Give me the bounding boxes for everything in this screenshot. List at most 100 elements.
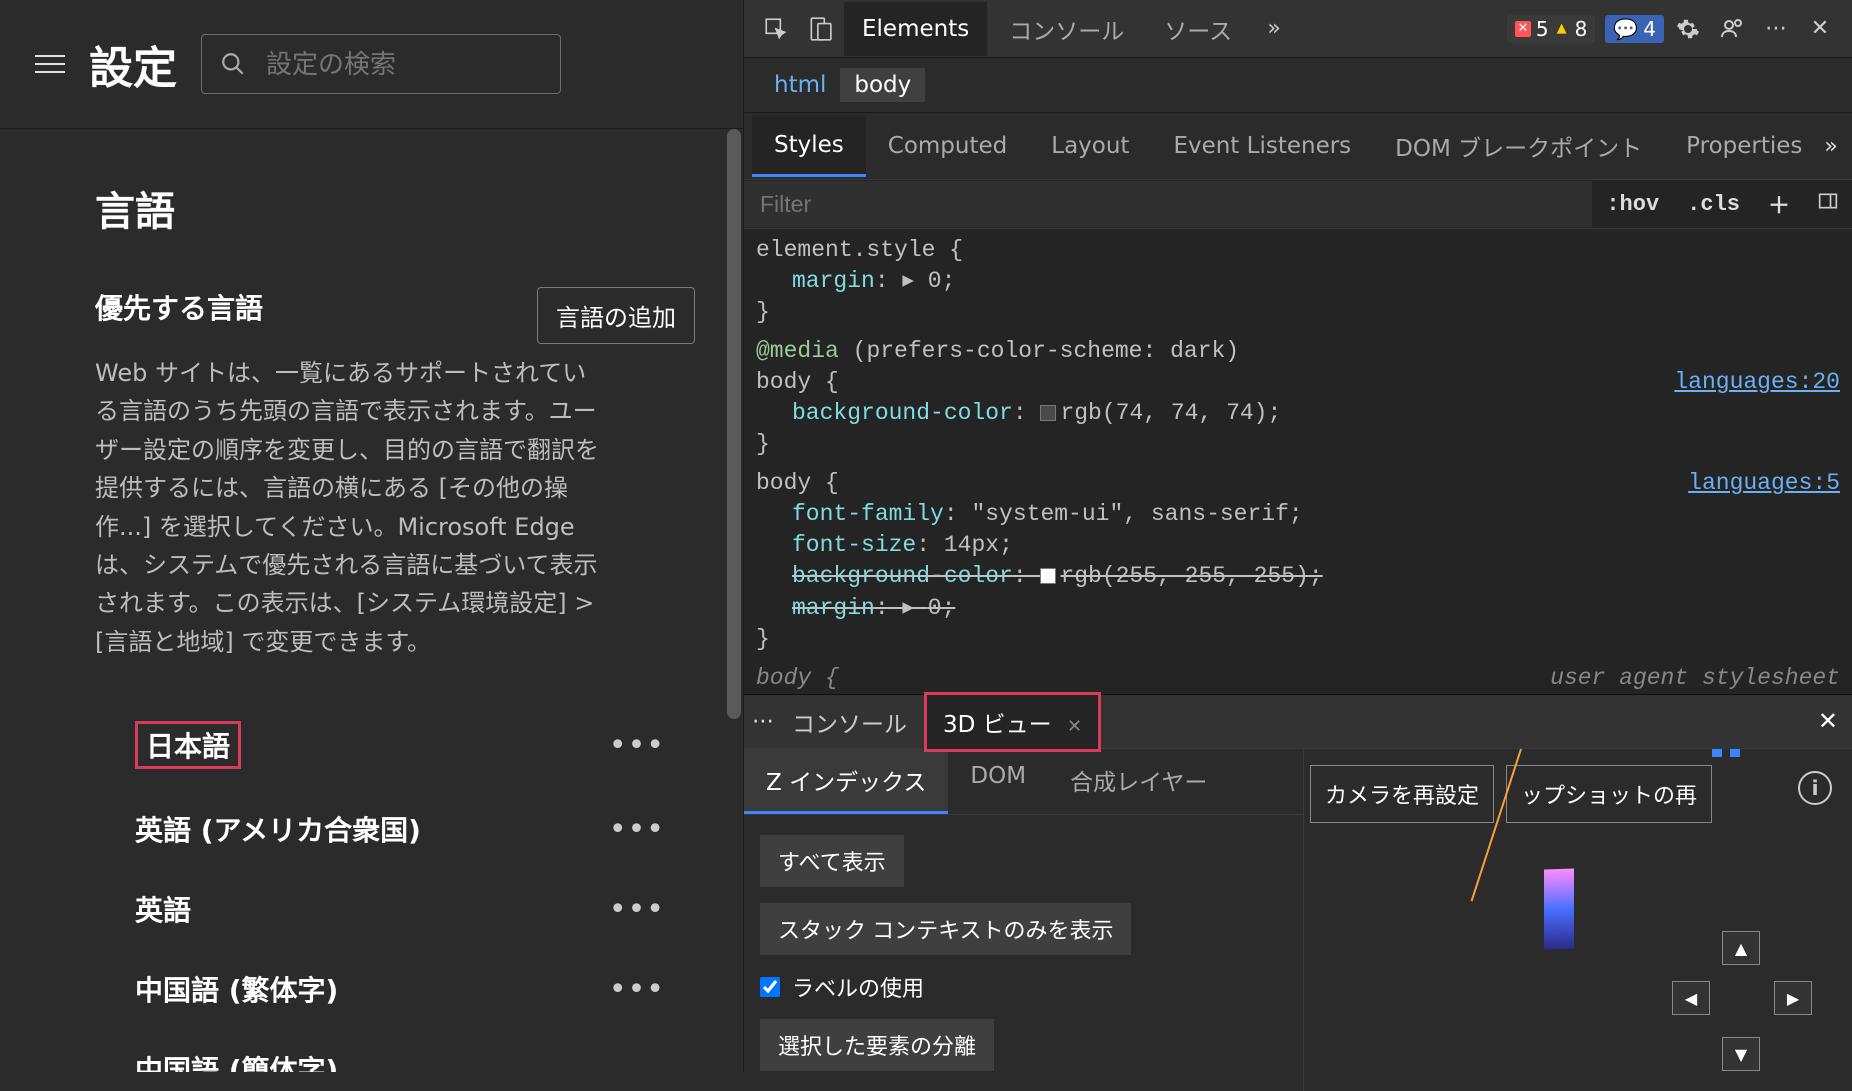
more-options-icon[interactable]: ⋯ xyxy=(1756,9,1796,49)
dom-breadcrumb: html body xyxy=(744,58,1852,113)
use-label-checkbox-row[interactable]: ラベルの使用 xyxy=(760,971,1287,1003)
preferred-languages-row: 優先する言語 言語の追加 xyxy=(95,287,695,344)
pan-down-button[interactable]: ▼ xyxy=(1722,1037,1760,1071)
scrollbar[interactable] xyxy=(727,129,741,719)
source-link[interactable]: languages:20 xyxy=(1674,367,1840,398)
tab-sources[interactable]: ソース xyxy=(1146,0,1250,60)
css-close: } xyxy=(756,429,1840,460)
pan-left-button[interactable]: ◀ xyxy=(1672,981,1710,1015)
css-val[interactable]: 14px xyxy=(944,532,999,558)
isolate-element-button[interactable]: 選択した要素の分離 xyxy=(760,1019,994,1071)
search-input[interactable] xyxy=(266,49,542,80)
menu-icon[interactable] xyxy=(35,49,65,79)
retake-snapshot-button[interactable]: ップショットの再 xyxy=(1506,765,1712,823)
tab-properties[interactable]: Properties xyxy=(1664,117,1824,175)
zindex-strip xyxy=(1304,749,1852,757)
language-item-english[interactable]: 英語 ••• xyxy=(95,869,695,949)
color-swatch-icon[interactable] xyxy=(1040,568,1056,584)
source-link[interactable]: languages:5 xyxy=(1688,468,1840,499)
show-all-button[interactable]: すべて表示 xyxy=(760,835,904,887)
css-selector: body { xyxy=(756,470,839,496)
tab-layout[interactable]: Layout xyxy=(1029,117,1151,175)
more-actions-icon[interactable]: ••• xyxy=(599,728,675,763)
more-tabs-icon[interactable]: » xyxy=(1254,9,1294,49)
css-prop[interactable]: margin xyxy=(792,595,875,621)
reset-camera-button[interactable]: カメラを再設定 xyxy=(1310,765,1494,823)
device-toggle-icon[interactable] xyxy=(800,9,840,49)
language-item-chinese-traditional[interactable]: 中国語 (繁体字) ••• xyxy=(95,949,695,1029)
cls-toggle[interactable]: .cls xyxy=(1673,184,1754,225)
css-prop[interactable]: font-family xyxy=(792,501,944,527)
tab-event-listeners[interactable]: Event Listeners xyxy=(1151,117,1373,175)
tab-elements[interactable]: Elements xyxy=(844,2,987,56)
feedback-icon[interactable] xyxy=(1712,9,1752,49)
error-icon: ✕ xyxy=(1515,21,1531,37)
error-count: 5 xyxy=(1536,17,1549,41)
stack-context-only-button[interactable]: スタック コンテキストのみを表示 xyxy=(760,903,1131,955)
search-box[interactable] xyxy=(201,34,561,94)
preferred-languages-heading: 優先する言語 xyxy=(95,287,263,327)
language-item-english-us[interactable]: 英語 (アメリカ合衆国) ••• xyxy=(95,789,695,869)
tab-styles[interactable]: Styles xyxy=(752,116,866,177)
more-actions-icon[interactable]: ••• xyxy=(599,972,675,1007)
drawer-tab-3dview[interactable]: 3D ビュー ✕ xyxy=(925,693,1100,751)
more-panes-icon[interactable]: » xyxy=(1824,134,1837,159)
render-layers xyxy=(1544,868,1574,949)
hov-toggle[interactable]: :hov xyxy=(1592,184,1673,225)
pan-right-button[interactable]: ▶ xyxy=(1774,981,1812,1015)
css-prop[interactable]: background-color xyxy=(792,563,1013,589)
language-name: 英語 (アメリカ合衆国) xyxy=(135,809,421,849)
subtab-dom[interactable]: DOM xyxy=(948,749,1048,814)
section-heading: 言語 xyxy=(95,179,695,237)
tab-console[interactable]: コンソール xyxy=(991,0,1142,60)
css-val[interactable]: 0 xyxy=(928,595,942,621)
tab-computed[interactable]: Computed xyxy=(866,117,1029,175)
viewport-3d[interactable]: カメラを再設定 ップショットの再 i ▲ ▼ ◀ ▶ xyxy=(1304,749,1852,1091)
drawer-tab-console[interactable]: コンソール xyxy=(774,693,925,751)
settings-body: 言語 優先する言語 言語の追加 Web サイトは、一覧にあるサポートされている言… xyxy=(0,129,743,1072)
language-item-chinese-simplified[interactable]: 中国語 (簡体字) xyxy=(95,1029,695,1072)
language-name: 中国語 (簡体字) xyxy=(135,1049,338,1072)
use-label-checkbox[interactable] xyxy=(760,977,780,997)
new-style-rule-icon[interactable]: ＋ xyxy=(1754,180,1804,228)
more-actions-icon[interactable]: ••• xyxy=(599,892,675,927)
css-media-query: (prefers-color-scheme: dark) xyxy=(853,338,1239,364)
css-rules[interactable]: element.style { margin: ▸ 0; } @media (p… xyxy=(744,229,1852,694)
subtab-zindex[interactable]: Z インデックス xyxy=(744,749,948,814)
pan-up-button[interactable]: ▲ xyxy=(1722,931,1760,965)
devtools-drawer: ⋯ コンソール 3D ビュー ✕ ✕ Z インデックス DOM 合成レイヤー す… xyxy=(744,694,1852,1072)
tab-dom-breakpoints[interactable]: DOM ブレークポイント xyxy=(1373,113,1664,179)
css-prop[interactable]: background-color xyxy=(792,400,1013,426)
css-val[interactable]: "system-ui", sans-serif xyxy=(971,501,1288,527)
toggle-sidebar-icon[interactable] xyxy=(1804,183,1852,226)
close-drawer-icon[interactable]: ✕ xyxy=(1818,707,1838,735)
add-language-button[interactable]: 言語の追加 xyxy=(537,287,695,344)
messages-badge[interactable]: 💬 4 xyxy=(1605,15,1664,43)
user-agent-label: user agent stylesheet xyxy=(1550,663,1840,694)
inspect-element-icon[interactable] xyxy=(756,9,796,49)
css-val[interactable]: 0 xyxy=(928,268,942,294)
close-tab-icon[interactable]: ✕ xyxy=(1067,716,1082,737)
message-count: 4 xyxy=(1643,17,1656,41)
crumb-html[interactable]: html xyxy=(760,68,840,102)
color-swatch-icon[interactable] xyxy=(1040,405,1056,421)
more-actions-icon[interactable]: ••• xyxy=(599,812,675,847)
error-warning-badge[interactable]: ✕ 5 ▲ 8 xyxy=(1507,15,1595,43)
css-val[interactable]: rgb(74, 74, 74) xyxy=(1060,400,1267,426)
styles-filter-input[interactable] xyxy=(744,181,1592,227)
crumb-body[interactable]: body xyxy=(840,68,925,102)
language-name: 英語 xyxy=(135,889,191,929)
css-prop[interactable]: margin xyxy=(792,268,875,294)
language-name: 日本語 xyxy=(135,721,241,769)
warning-icon: ▲ xyxy=(1554,21,1570,37)
css-prop[interactable]: font-size xyxy=(792,532,916,558)
css-val[interactable]: rgb(255, 255, 255) xyxy=(1060,563,1308,589)
drawer-tabs: ⋯ コンソール 3D ビュー ✕ ✕ xyxy=(744,695,1852,749)
close-devtools-icon[interactable]: ✕ xyxy=(1800,9,1840,49)
language-item-japanese[interactable]: 日本語 ••• xyxy=(95,701,695,789)
drawer-more-icon[interactable]: ⋯ xyxy=(752,709,774,734)
info-icon[interactable]: i xyxy=(1798,771,1832,805)
subtab-composited[interactable]: 合成レイヤー xyxy=(1048,749,1229,814)
settings-gear-icon[interactable] xyxy=(1668,9,1708,49)
nav-dpad: ▲ ▼ ◀ ▶ xyxy=(1672,931,1812,1071)
